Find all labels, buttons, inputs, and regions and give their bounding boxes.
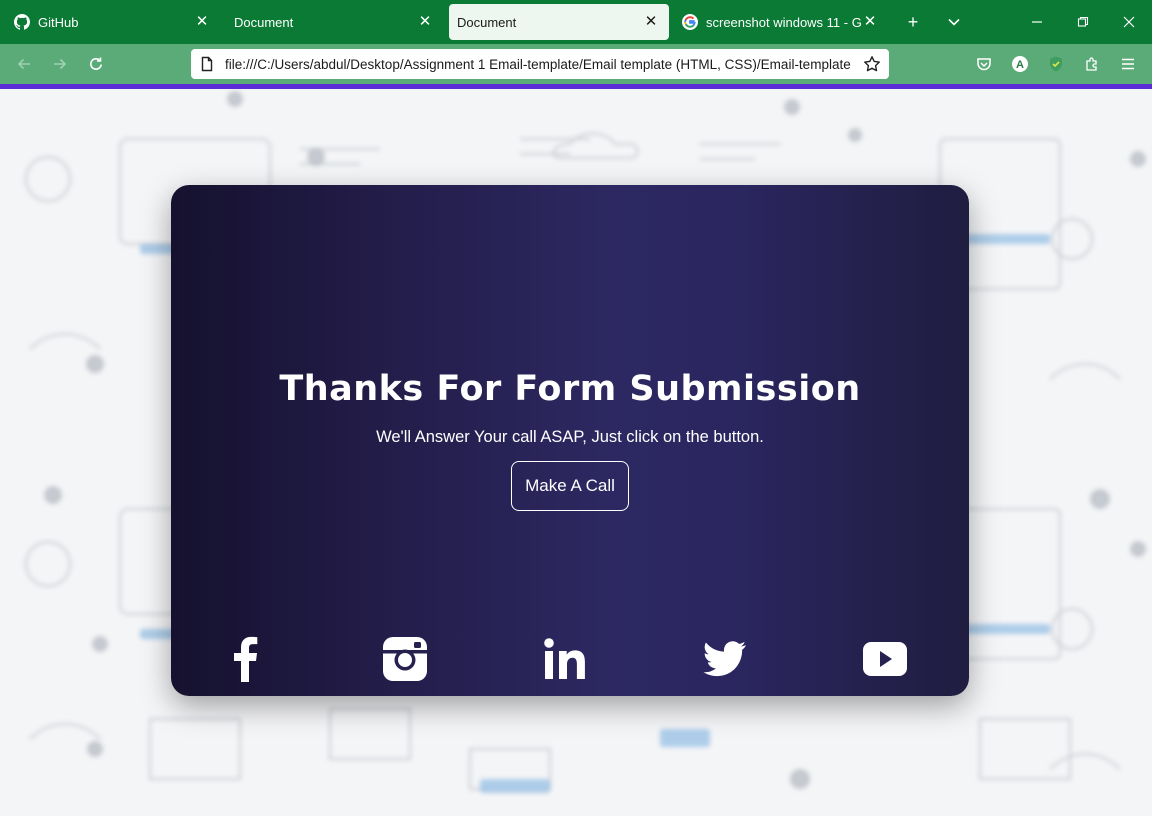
page-viewport: Thanks For Form Submission We'll Answer … (0, 89, 1152, 816)
twitter-link[interactable] (695, 633, 755, 685)
address-bar[interactable]: file:///C:/Users/abdul/Desktop/Assignmen… (191, 49, 889, 79)
youtube-link[interactable] (855, 633, 915, 685)
close-icon[interactable]: ✕ (194, 14, 210, 30)
subtitle-text: We'll Answer Your call ASAP, Just click … (376, 428, 764, 446)
tab-github[interactable]: GitHub ✕ (4, 4, 220, 40)
plus-icon: + (907, 11, 919, 32)
menu-button[interactable] (1114, 50, 1142, 78)
close-icon[interactable]: ✕ (417, 14, 433, 30)
hamburger-icon (1122, 58, 1134, 70)
tab-label: Document (457, 14, 517, 30)
github-icon (14, 14, 30, 30)
restore-button[interactable] (1067, 6, 1099, 38)
document-icon (201, 56, 213, 72)
page-title: Thanks For Form Submission (279, 369, 861, 409)
instagram-icon (383, 637, 427, 681)
tab-label: screenshot windows 11 - Googl (706, 14, 862, 30)
tab-bar: GitHub ✕ Document ✕ Document ✕ screensho… (0, 0, 1152, 44)
reload-button[interactable] (82, 50, 110, 78)
arrow-right-icon (54, 58, 67, 70)
pocket-button[interactable] (970, 50, 998, 78)
make-a-call-button[interactable]: Make A Call (511, 461, 629, 511)
arrow-left-icon (17, 58, 30, 70)
close-icon (1123, 16, 1135, 28)
tab-label: Document (234, 14, 294, 30)
minimize-icon (1032, 21, 1042, 23)
minimize-button[interactable] (1021, 6, 1053, 38)
chevron-down-icon (948, 18, 960, 26)
url-text[interactable]: file:///C:/Users/abdul/Desktop/Assignmen… (225, 57, 857, 72)
close-icon[interactable]: ✕ (862, 14, 878, 30)
tab-label: GitHub (38, 14, 79, 30)
tab-document-1[interactable]: Document ✕ (227, 4, 443, 40)
instagram-link[interactable] (375, 633, 435, 685)
linkedin-link[interactable] (535, 633, 595, 685)
youtube-icon (863, 642, 907, 676)
pocket-icon (977, 58, 991, 71)
account-avatar-icon: A (1012, 56, 1028, 72)
linkedin-icon (544, 638, 585, 679)
facebook-icon (234, 636, 258, 682)
close-icon[interactable]: ✕ (643, 14, 659, 30)
puzzle-icon (1086, 57, 1097, 71)
close-window-button[interactable] (1113, 6, 1145, 38)
account-button[interactable]: A (1006, 50, 1034, 78)
google-icon (682, 14, 698, 30)
tab-google-search[interactable]: screenshot windows 11 - Googl ✕ (672, 4, 888, 40)
tab-document-active[interactable]: Document ✕ (449, 4, 669, 40)
email-card: Thanks For Form Submission We'll Answer … (171, 185, 969, 696)
new-tab-button[interactable]: + (899, 8, 927, 36)
extension-shield-button[interactable] (1042, 50, 1070, 78)
restore-icon (1077, 16, 1089, 27)
reload-icon (90, 57, 102, 70)
bookmark-star-icon[interactable] (863, 55, 881, 73)
forward-button[interactable] (46, 50, 74, 78)
shield-icon (1050, 56, 1062, 72)
twitter-icon (703, 641, 746, 677)
back-button[interactable] (10, 50, 38, 78)
facebook-link[interactable] (215, 633, 275, 685)
tab-list-button[interactable] (940, 8, 968, 36)
svg-text:A: A (1016, 59, 1024, 71)
extensions-button[interactable] (1078, 50, 1106, 78)
